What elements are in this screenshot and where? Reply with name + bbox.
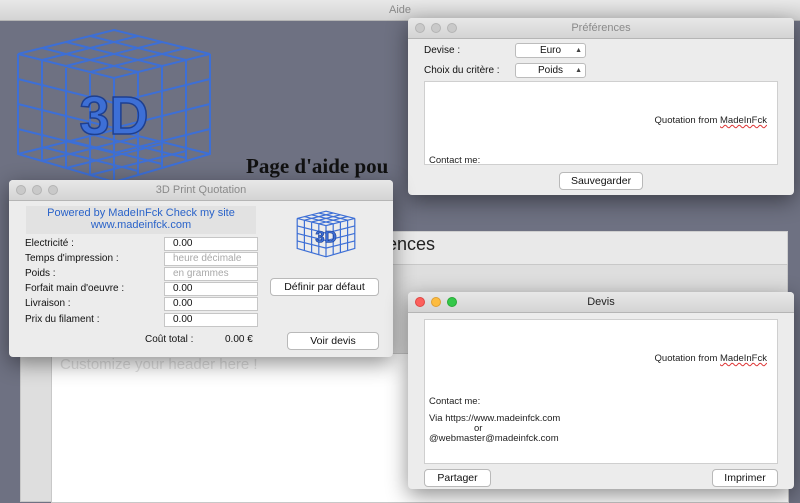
- devis-title: Devis: [587, 296, 615, 308]
- devis-email-line: @webmaster@madeinfck.com: [429, 433, 559, 444]
- powered-by-banner[interactable]: Powered by MadeInFck Check my site www.m…: [26, 206, 256, 234]
- view-quote-button[interactable]: Voir devis: [287, 332, 379, 350]
- logo-3d-icon: 3D: [17, 28, 211, 184]
- field-input[interactable]: 0.00: [164, 313, 258, 327]
- field-input[interactable]: en grammes: [164, 267, 258, 281]
- save-button[interactable]: Sauvegarder: [559, 172, 643, 190]
- close-button[interactable]: [415, 23, 425, 33]
- share-button[interactable]: Partager: [424, 469, 491, 487]
- currency-label: Devise :: [424, 45, 461, 56]
- preferences-title: Préférences: [571, 22, 631, 34]
- devis-via-line: Via https://www.madeinfck.com: [429, 413, 561, 424]
- devis-window: Devis Quotation from MadeInFck Contact m…: [408, 292, 794, 489]
- devis-quotation-text: Quotation from MadeInFck: [654, 353, 767, 364]
- zoom-button[interactable]: [48, 185, 58, 195]
- set-default-button[interactable]: Définir par défaut: [270, 278, 379, 296]
- preview-contact-label: Contact me:: [429, 155, 481, 166]
- quotation-titlebar: 3D Print Quotation: [9, 180, 393, 201]
- quotation-title: 3D Print Quotation: [155, 184, 247, 196]
- preferences-window: Préférences Devise : Euro ▲ Choix du cri…: [408, 18, 794, 195]
- currency-value: Euro: [539, 45, 562, 56]
- powered-by-text: Powered by MadeInFck Check my site: [47, 207, 235, 219]
- zoom-button[interactable]: [447, 297, 457, 307]
- preferences-preview-area[interactable]: Quotation from MadeInFck Contact me:: [424, 81, 778, 166]
- help-page-heading: Page d'aide pou: [246, 154, 389, 178]
- header-placeholder-text: Customize your header here !: [60, 356, 258, 373]
- minimize-button[interactable]: [431, 297, 441, 307]
- logo-3d-small-icon: 3D: [296, 210, 356, 258]
- minimize-button[interactable]: [431, 23, 441, 33]
- svg-text:3D: 3D: [315, 227, 336, 246]
- chevron-updown-icon: ▲: [575, 47, 582, 54]
- quotation-window: 3D Print Quotation Powered by MadeInFck …: [9, 180, 393, 357]
- field-label: Forfait main d'oeuvre :: [25, 283, 125, 294]
- total-value: 0.00 €: [225, 334, 253, 345]
- field-label: Temps d'impression :: [25, 253, 119, 264]
- close-button[interactable]: [415, 297, 425, 307]
- currency-select[interactable]: Euro ▲: [515, 43, 586, 58]
- help-window-title: Aide: [388, 4, 412, 16]
- criteria-label: Choix du critère :: [424, 65, 500, 76]
- svg-text:3D: 3D: [79, 86, 148, 146]
- devis-content-area[interactable]: Quotation from MadeInFck Contact me: Via…: [424, 319, 778, 464]
- field-label: Electricité :: [25, 238, 74, 249]
- total-label: Coût total :: [145, 334, 194, 345]
- field-label: Livraison :: [25, 298, 71, 309]
- criteria-value: Poids: [537, 65, 563, 76]
- field-input[interactable]: 0.00: [164, 282, 258, 296]
- devis-titlebar: Devis: [408, 292, 794, 313]
- print-button[interactable]: Imprimer: [712, 469, 778, 487]
- site-link[interactable]: www.madeinfck.com: [26, 219, 256, 231]
- devis-contact-label: Contact me:: [429, 396, 481, 407]
- field-input[interactable]: 0.00: [164, 237, 258, 251]
- preview-quotation-text: Quotation from MadeInFck: [654, 115, 767, 126]
- field-label: Prix du filament :: [25, 314, 100, 325]
- field-label: Poids :: [25, 268, 56, 279]
- close-button[interactable]: [16, 185, 26, 195]
- field-input[interactable]: 0.00: [164, 297, 258, 311]
- preferences-titlebar: Préférences: [408, 18, 794, 39]
- field-input[interactable]: heure décimale: [164, 252, 258, 266]
- criteria-select[interactable]: Poids ▲: [515, 63, 586, 78]
- zoom-button[interactable]: [447, 23, 457, 33]
- chevron-updown-icon: ▲: [575, 67, 582, 74]
- minimize-button[interactable]: [32, 185, 42, 195]
